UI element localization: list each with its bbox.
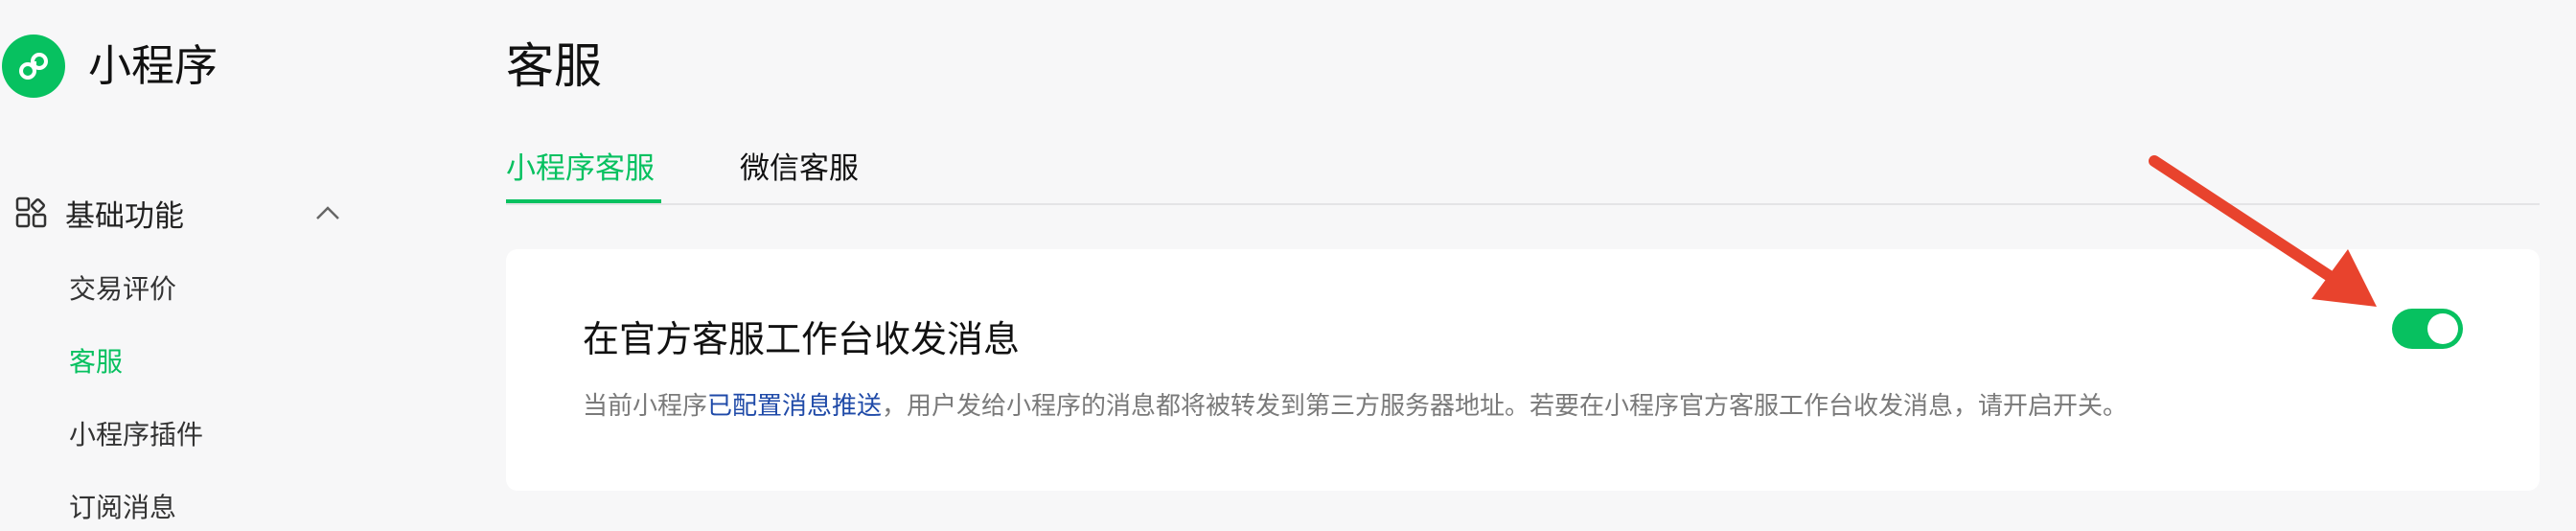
desc-text-before: 当前小程序: [583, 392, 708, 421]
service-workbench-toggle[interactable]: [2392, 309, 2463, 349]
sidebar-group-label: 基础功能: [65, 198, 184, 234]
configured-push-link[interactable]: 已配置消息推送: [707, 392, 882, 421]
sidebar: 小程序 基础功能 交易评价 客服 小程序插件 订阅消息: [0, 0, 479, 531]
card-title: 在官方客服工作台收发消息: [583, 318, 1021, 360]
sidebar-item-plugins[interactable]: 小程序插件: [69, 416, 203, 454]
page-title: 客服: [506, 38, 602, 94]
desc-text-after: ，用户发给小程序的消息都将被转发到第三方服务器地址。若要在小程序官方客服工作台收…: [882, 392, 2128, 421]
sidebar-group-basic-functions[interactable]: 基础功能: [15, 188, 341, 238]
mini-program-logo-icon: [2, 35, 65, 98]
tab-wechat-service[interactable]: 微信客服: [740, 144, 864, 201]
annotation-arrow-icon: [2149, 155, 2377, 307]
sidebar-item-customer-service[interactable]: 客服: [69, 343, 123, 381]
chevron-up-icon[interactable]: [314, 201, 341, 224]
sidebar-item-subscription-messages[interactable]: 订阅消息: [69, 489, 176, 527]
grid-icon: [15, 196, 47, 228]
toggle-knob: [2427, 313, 2458, 344]
tab-mini-program-service[interactable]: 小程序客服: [506, 144, 661, 203]
sidebar-item-reviews[interactable]: 交易评价: [69, 270, 176, 309]
card-description: 当前小程序已配置消息推送，用户发给小程序的消息都将被转发到第三方服务器地址。若要…: [583, 387, 2128, 426]
app-title: 小程序: [88, 40, 218, 91]
